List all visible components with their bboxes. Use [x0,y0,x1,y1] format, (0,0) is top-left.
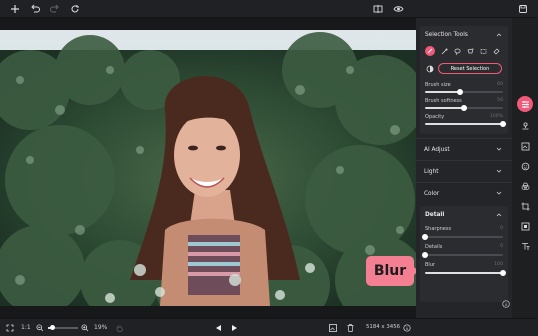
selection-tools-card: Selection Tools Reset Selection Brush si… [420,26,508,134]
zoom-out-icon[interactable] [36,324,44,332]
undo-icon[interactable] [28,2,42,16]
redo-icon[interactable] [48,2,62,16]
preview-eye-icon[interactable] [391,2,405,16]
details-handle[interactable] [422,252,428,258]
effects-tool-button[interactable] [518,179,532,193]
selection-tools-title: Selection Tools [425,32,468,38]
opacity-value: 100% [489,114,503,119]
opacity-handle[interactable] [500,121,506,127]
previous-image-icon[interactable] [215,324,222,332]
adjustment-panel: Selection Tools Reset Selection Brush si… [416,18,512,318]
compare-icon[interactable] [371,2,385,16]
crop-tool-button[interactable] [518,199,532,213]
reset-selection-button[interactable]: Reset Selection [438,63,502,74]
color-circles-icon [521,182,529,190]
blur-callout: Blur [366,256,414,286]
details-label: Details [425,244,443,250]
image-layers-icon [521,142,529,150]
gallery-icon[interactable] [329,324,337,332]
brush-size-value: 60 [497,82,503,87]
brush-size-label: Brush size [425,82,451,88]
sliders-icon [521,100,529,108]
zoom-in-icon[interactable] [81,324,89,332]
details-slider[interactable] [422,252,503,258]
delete-icon[interactable] [347,324,354,332]
sharpness-value: 0 [500,226,503,231]
lasso-icon[interactable] [454,48,461,55]
tool-rail [512,18,538,318]
sharpness-handle[interactable] [422,234,428,240]
detail-title: Detail [425,212,445,218]
chevron-up-icon[interactable] [496,32,502,38]
zoom-ratio-button[interactable]: 1:1 [21,324,31,331]
details-value: 0 [500,244,503,249]
stamp-tool-button[interactable] [518,119,532,133]
brush-size-handle[interactable] [457,89,464,95]
layers-tool-button[interactable] [518,139,532,153]
frame-icon [521,222,529,230]
crop-icon [521,202,529,210]
zoom-slider-handle[interactable] [50,325,55,330]
reset-icon[interactable] [68,2,82,16]
section-color[interactable]: Color [416,182,512,204]
add-icon[interactable] [8,2,22,16]
text-icon [521,242,529,250]
brush-softness-label: Brush softness [425,98,462,104]
portrait-tool-button[interactable] [518,159,532,173]
magic-wand-icon[interactable] [441,48,448,55]
invert-selection-icon[interactable] [426,65,434,73]
frame-tool-button[interactable] [518,219,532,233]
sharpness-label: Sharpness [425,226,452,232]
hand-tool-icon[interactable] [116,324,123,332]
blur-slider[interactable] [425,270,506,276]
brush-softness-handle[interactable] [461,105,467,111]
blur-label: Blur [425,262,436,268]
blur-callout-label: Blur [373,263,407,279]
brush-size-slider[interactable] [425,89,503,95]
brush-softness-value: 50 [497,98,503,103]
detail-card: Detail Sharpness 0 Details 0 Blur 100 [420,206,508,302]
ai-adjust-title: AI Adjust [424,147,450,153]
opacity-label: Opacity [425,114,445,120]
bottom-status-bar: 1:1 19% 5184 x 3456 [0,318,538,336]
polygon-lasso-icon[interactable] [467,48,474,55]
sharpness-slider[interactable] [422,234,503,240]
chevron-up-icon[interactable] [496,212,502,218]
brush-softness-slider[interactable] [425,105,503,111]
image-dimensions: 5184 x 3456 [366,324,401,330]
color-title: Color [424,191,440,197]
chevron-down-icon [496,191,502,195]
light-title: Light [424,169,439,175]
blur-handle[interactable] [500,270,506,276]
image-info-icon[interactable] [403,324,411,332]
top-toolbar [0,0,538,18]
adjust-tool-button[interactable] [517,96,533,112]
section-light[interactable]: Light [416,160,512,182]
chevron-down-icon [496,169,502,173]
reset-selection-label: Reset Selection [450,65,490,72]
blur-value: 100 [494,262,503,267]
next-image-icon[interactable] [231,324,238,332]
zoom-percent: 19% [94,324,108,331]
zoom-slider[interactable] [48,325,78,330]
stamp-icon [522,121,528,129]
brush-tool-button[interactable] [425,46,435,56]
rectangle-select-icon[interactable] [480,48,487,55]
chevron-down-icon [496,147,502,151]
image-canvas[interactable]: Blur [0,18,416,318]
eraser-icon[interactable] [493,48,500,55]
info-icon[interactable] [502,300,510,308]
section-ai-adjust[interactable]: AI Adjust [416,138,512,160]
fit-screen-icon[interactable] [6,324,14,332]
photo-image [0,30,416,306]
text-tool-button[interactable] [518,239,532,253]
face-icon [521,162,529,170]
opacity-slider[interactable] [425,121,506,127]
save-icon[interactable] [516,2,530,16]
